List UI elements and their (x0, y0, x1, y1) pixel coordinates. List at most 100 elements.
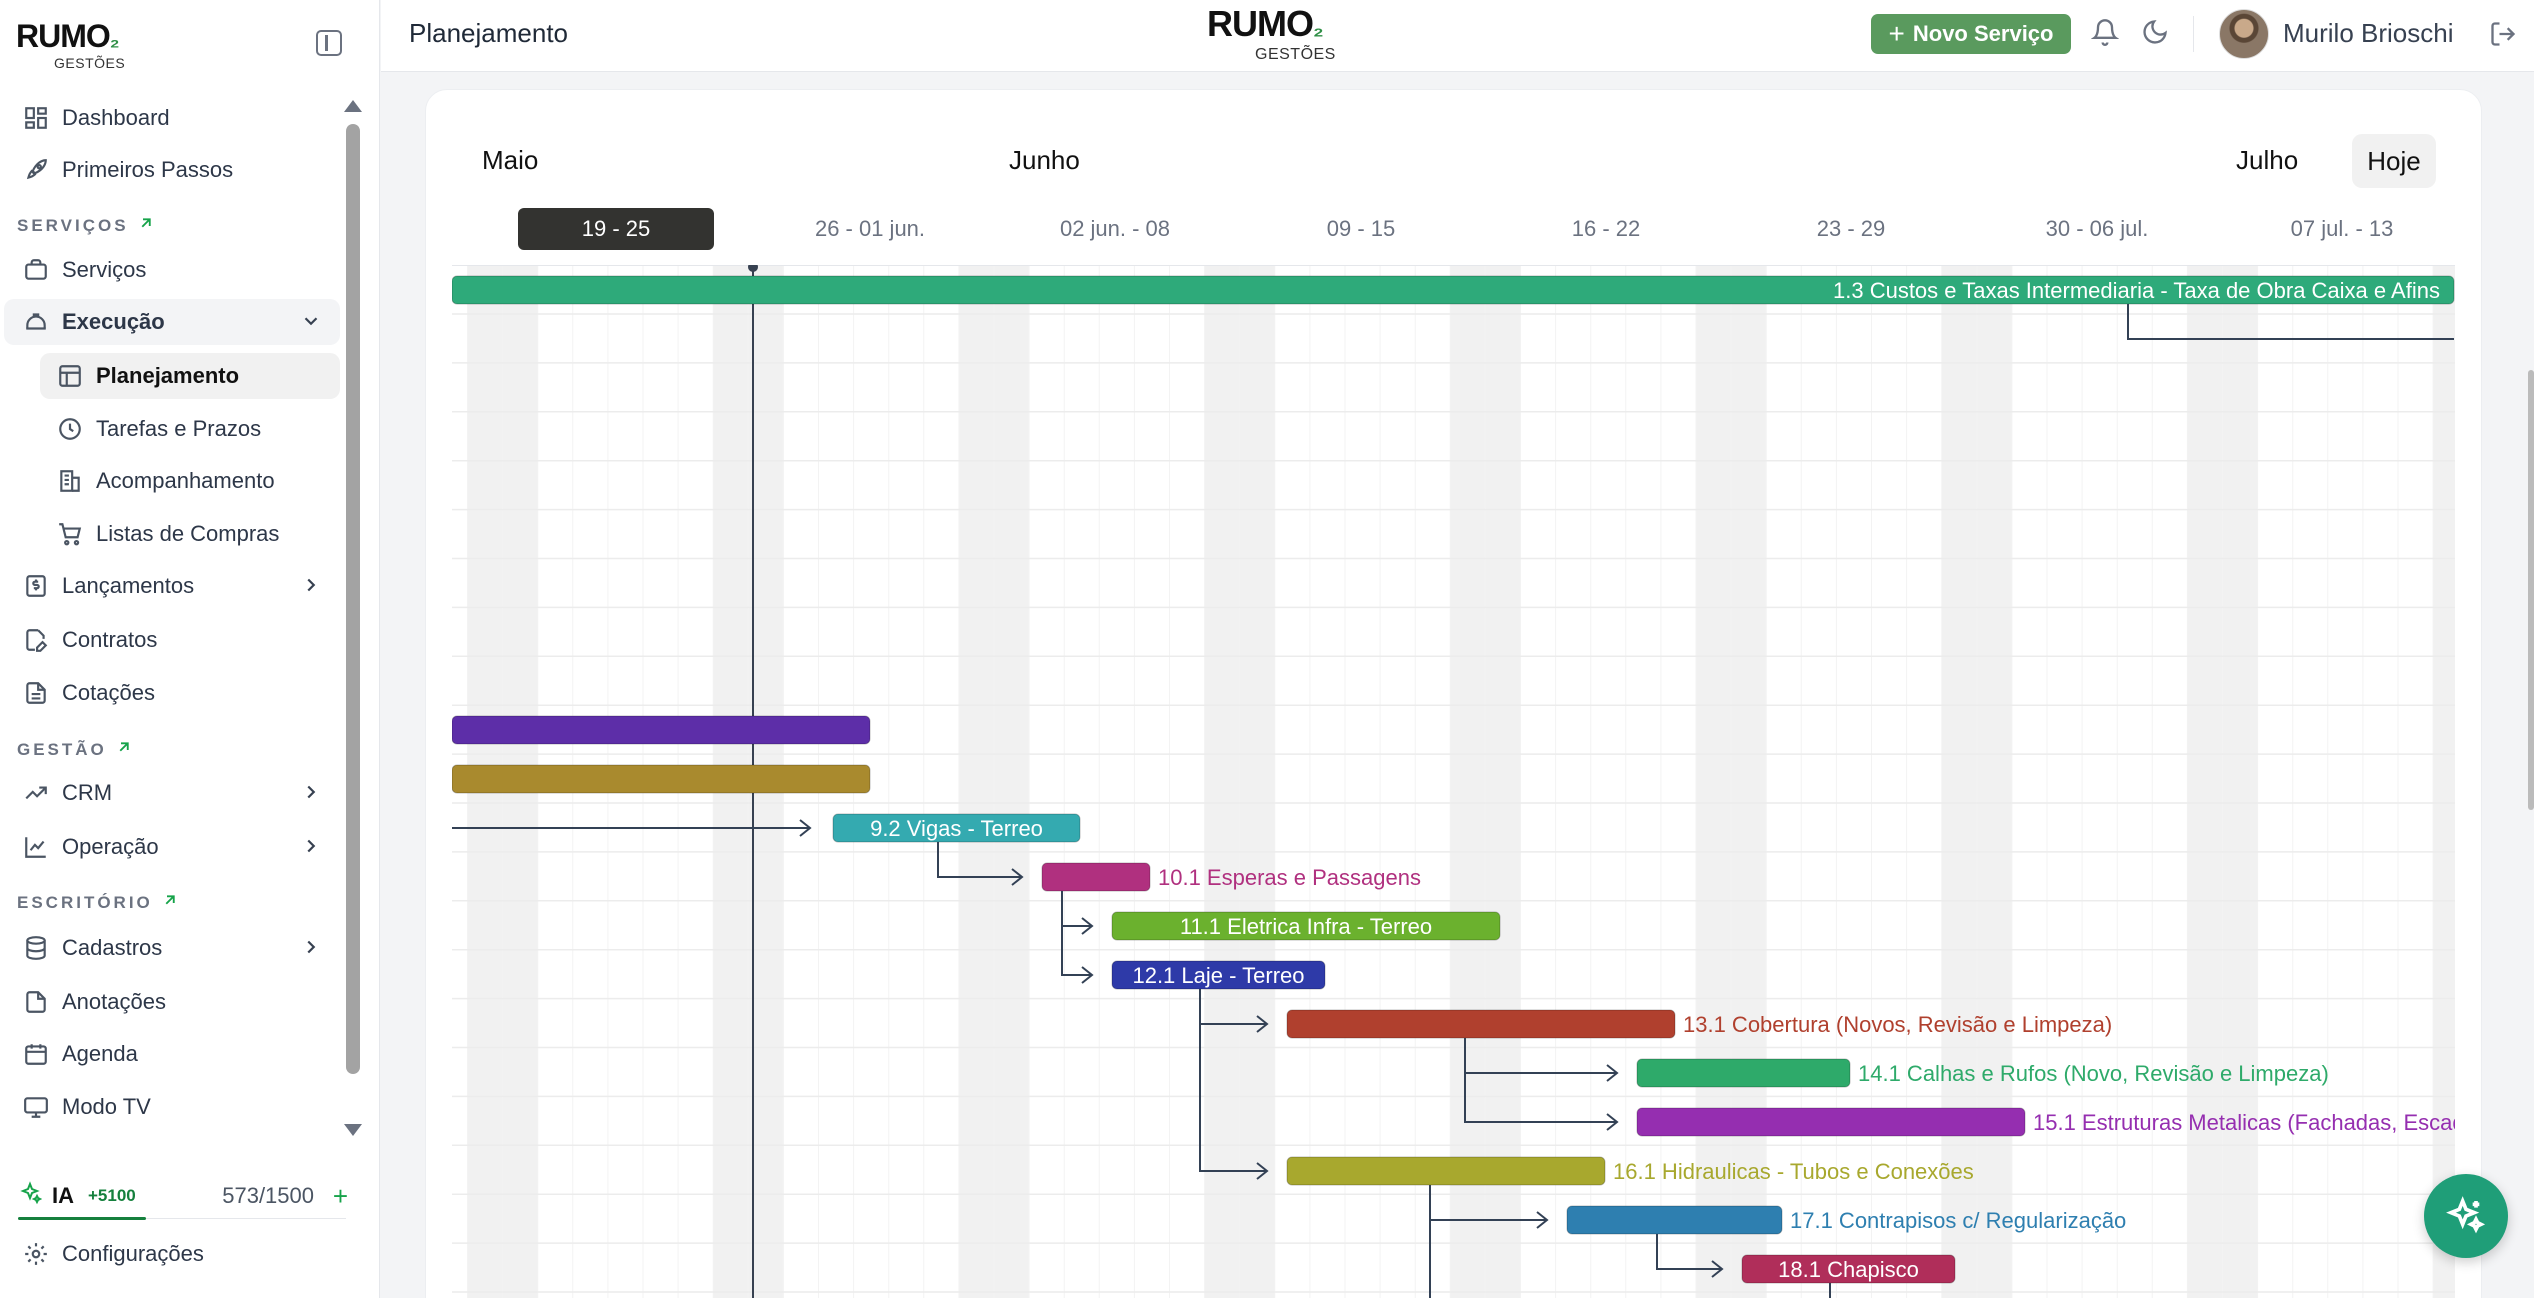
sidebar-item-contratos[interactable]: Contratos (4, 617, 340, 663)
sidebar-item-label: Agenda (62, 1041, 138, 1066)
sidebar-item-label: Contratos (62, 627, 158, 652)
chevron-down-icon[interactable] (300, 310, 322, 338)
task-bar[interactable] (452, 764, 871, 794)
task-bar[interactable] (1041, 862, 1151, 892)
sidebar-item-planejamento[interactable]: Planejamento (40, 353, 340, 399)
moon-icon[interactable] (2141, 18, 2171, 48)
week-column-header[interactable]: 23 - 29 (1753, 208, 1949, 250)
week-column-header[interactable]: 16 - 22 (1508, 208, 1704, 250)
section-gestao[interactable]: GESTÃO (17, 738, 133, 761)
sidebar-item-listas-de-compras[interactable]: Listas de Compras (40, 511, 340, 557)
scroll-up-arrow[interactable] (344, 100, 362, 112)
week-column-header[interactable]: 26 - 01 jun. (772, 208, 968, 250)
task-label: 1.3 Custos e Taxas Intermediaria - Taxa … (1833, 278, 2440, 303)
section-escritorio[interactable]: ESCRITÓRIO (17, 891, 179, 914)
collapse-sidebar-icon[interactable] (316, 30, 342, 56)
clock-icon (56, 415, 84, 443)
task-label: 12.1 Laje - Terreo (1132, 963, 1304, 988)
sidebar-item-crm[interactable]: CRM (4, 770, 340, 816)
task-bar[interactable] (452, 715, 871, 745)
week-column-header[interactable]: 07 jul. - 13 (2244, 208, 2440, 250)
sidebar-item-cotacoes[interactable]: Cotações (4, 670, 340, 716)
ia-label: IA (52, 1183, 74, 1208)
chevron-right-icon[interactable] (300, 574, 322, 602)
sidebar-item-modo-tv[interactable]: Modo TV (4, 1084, 340, 1130)
chevron-right-icon[interactable] (300, 936, 322, 964)
sidebar-item-primeiros-passos[interactable]: Primeiros Passos (4, 147, 340, 193)
logout-icon[interactable] (2489, 20, 2519, 50)
briefcase-icon (22, 256, 50, 284)
sidebar-item-dashboard[interactable]: Dashboard (4, 95, 340, 141)
building-icon (56, 467, 84, 495)
user-name[interactable]: Murilo Brioschi (2283, 18, 2454, 49)
section-servicos[interactable]: SERVIÇOS (17, 214, 155, 237)
task-bar[interactable] (1286, 1156, 1606, 1186)
sidebar-item-label: Execução (62, 309, 165, 334)
sidebar: RUMO₂ GESTÕES Dashboard Primeiros Passos S… (0, 0, 380, 1298)
sidebar-item-servicos[interactable]: Serviços (4, 247, 340, 293)
today-button[interactable]: Hoje (2352, 134, 2436, 188)
file-pen-icon (22, 626, 50, 654)
task-bar[interactable] (1636, 1107, 2026, 1137)
bell-icon[interactable] (2090, 18, 2121, 48)
section-label: SERVIÇOS (17, 215, 129, 235)
top-header: Planejamento RUMO₂ GESTÕES + Novo Serviç… (381, 0, 2534, 72)
ia-credits[interactable]: IA +5100 573/1500 + (18, 1176, 348, 1216)
task-label: 11.1 Eletrica Infra - Terreo (1180, 914, 1432, 939)
sidebar-item-operacao[interactable]: Operação (4, 824, 340, 870)
plus-icon: + (1888, 18, 1905, 49)
sparkles-icon (18, 1181, 43, 1211)
week-column-header[interactable]: 30 - 06 jul. (1999, 208, 2195, 250)
task-label: 14.1 Calhas e Rufos (Novo, Revisão e Lim… (1858, 1061, 2329, 1086)
week-column-header[interactable]: 19 - 25 (518, 208, 714, 250)
sidebar-item-agenda[interactable]: Agenda (4, 1031, 340, 1077)
sidebar-item-label: Modo TV (62, 1094, 151, 1119)
task-label: 13.1 Cobertura (Novos, Revisão e Limpeza… (1683, 1012, 2112, 1037)
weekend-shading (2433, 265, 2455, 1298)
chevron-right-icon[interactable] (300, 781, 322, 809)
cart-icon (56, 520, 84, 548)
file-text-icon (22, 679, 50, 707)
task-bar[interactable] (1636, 1058, 1851, 1088)
dashboard-icon (22, 104, 50, 132)
calendar-icon (22, 1040, 50, 1068)
chevron-right-icon[interactable] (300, 835, 322, 863)
settings-label: Configurações (62, 1241, 204, 1266)
sidebar-item-anotacoes[interactable]: Anotações (4, 979, 340, 1025)
section-label: GESTÃO (17, 739, 107, 759)
task-bar[interactable] (1566, 1205, 1783, 1235)
task-label: 16.1 Hidraulicas - Tubos e Conexões (1613, 1159, 1974, 1184)
section-label: ESCRITÓRIO (17, 892, 153, 912)
brand-name: RUMO (16, 18, 111, 54)
sidebar-item-cadastros[interactable]: Cadastros (4, 925, 340, 971)
sidebar-item-label: Serviços (62, 257, 147, 282)
sidebar-item-label: Anotações (62, 989, 166, 1014)
sidebar-item-execucao[interactable]: Execução (4, 299, 340, 345)
sparkles-icon (2446, 1196, 2486, 1234)
settings-link[interactable]: Configurações (4, 1231, 340, 1277)
brand-logo[interactable]: RUMO₂ GESTÕES (16, 20, 125, 70)
sidebar-item-label: Listas de Compras (96, 521, 280, 546)
weekend-shading (994, 265, 1030, 1298)
ia-add-button[interactable]: + (333, 1181, 348, 1212)
sidebar-item-acompanhamento[interactable]: Acompanhamento (40, 458, 340, 504)
note-icon (22, 988, 50, 1016)
week-column-header[interactable]: 02 jun. - 08 (1017, 208, 1213, 250)
weekend-shading (1204, 265, 1240, 1298)
scroll-down-arrow[interactable] (344, 1124, 362, 1136)
ia-progress-track (146, 1218, 346, 1219)
ai-assistant-button[interactable] (2424, 1174, 2508, 1258)
sidebar-scrollbar[interactable] (346, 124, 360, 1074)
header-logo[interactable]: RUMO₂ GESTÕES (1207, 6, 1336, 63)
user-avatar[interactable] (2219, 9, 2269, 59)
sidebar-item-lancamentos[interactable]: Lançamentos (4, 563, 340, 609)
header-brand-sub: GESTÕES (1255, 46, 1336, 63)
week-column-header[interactable]: 09 - 15 (1263, 208, 1459, 250)
page-scrollbar[interactable] (2528, 370, 2534, 810)
page-title: Planejamento (409, 18, 568, 48)
month-label: Maio (482, 145, 539, 175)
task-bar[interactable] (1286, 1009, 1676, 1039)
sidebar-item-tarefas-e-prazos[interactable]: Tarefas e Prazos (40, 406, 340, 452)
new-service-button[interactable]: + Novo Serviço (1871, 14, 2071, 54)
sidebar-item-label: Operação (62, 834, 159, 859)
